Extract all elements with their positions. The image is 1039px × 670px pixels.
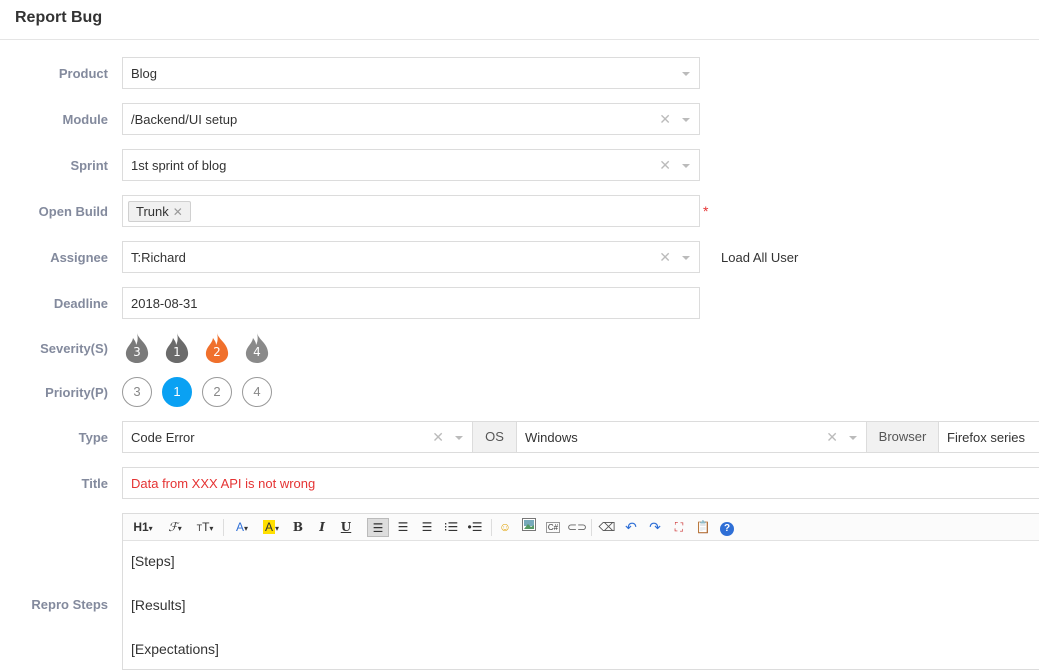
build-chip-label: Trunk xyxy=(136,204,169,219)
product-label: Product xyxy=(58,66,108,81)
toolbar-divider xyxy=(223,519,224,536)
repro-steps-label: Repro Steps xyxy=(31,597,108,612)
deadline-input[interactable]: 2018-08-31 xyxy=(122,287,700,319)
toolbar-divider xyxy=(591,519,592,536)
remove-chip-icon[interactable]: ✕ xyxy=(173,205,183,219)
type-value: Code Error xyxy=(131,430,195,445)
build-chip[interactable]: Trunk ✕ xyxy=(128,201,191,222)
chevron-down-icon xyxy=(682,118,690,122)
open-build-label: Open Build xyxy=(38,204,108,219)
font-family-icon[interactable]: ℱ▾ xyxy=(163,518,187,537)
page-header: Report Bug xyxy=(0,0,1039,40)
page-title: Report Bug xyxy=(15,9,103,26)
toolbar-divider xyxy=(491,519,492,536)
severity-label: Severity(S) xyxy=(40,341,108,356)
required-marker: * xyxy=(703,203,709,219)
module-label: Module xyxy=(62,112,109,127)
fullscreen-icon[interactable]: ⛶ xyxy=(669,518,689,537)
clear-icon[interactable]: ✕ xyxy=(659,157,671,174)
redo-icon[interactable]: ↷ xyxy=(645,518,665,537)
unordered-list-icon[interactable]: •☰ xyxy=(465,518,485,537)
paste-icon[interactable]: 📋 xyxy=(693,518,713,537)
type-select[interactable]: Code Error ✕ xyxy=(122,421,473,453)
browser-select[interactable]: Firefox series xyxy=(938,421,1039,453)
emoticon-icon[interactable]: ☺ xyxy=(495,518,515,537)
chevron-down-icon xyxy=(682,256,690,260)
title-value: Data from XXX API is not wrong xyxy=(131,476,316,491)
clear-icon[interactable]: ✕ xyxy=(826,429,838,446)
severity-value: 2 xyxy=(213,345,221,359)
priority-option-1[interactable]: 1 xyxy=(162,377,192,407)
os-value: Windows xyxy=(525,430,578,445)
clear-icon[interactable]: ✕ xyxy=(659,111,671,128)
title-label: Title xyxy=(81,476,109,491)
priority-label: Priority(P) xyxy=(45,385,108,400)
link-icon[interactable]: ⊂⊃ xyxy=(567,518,587,537)
load-all-user-link[interactable]: Load All User xyxy=(721,250,798,265)
sprint-value: 1st sprint of blog xyxy=(131,158,227,173)
underline-icon[interactable]: U xyxy=(337,518,355,537)
font-size-icon[interactable]: TT▾ xyxy=(193,518,217,537)
clear-format-icon[interactable]: ⌫ xyxy=(597,518,617,537)
title-input[interactable]: Data from XXX API is not wrong xyxy=(122,467,1039,499)
assignee-value: T:Richard xyxy=(131,250,186,265)
os-addon: OS xyxy=(472,421,517,453)
italic-icon[interactable]: I xyxy=(313,518,331,537)
editor-toolbar: H1▾ ℱ▾ TT▾ A▾ A ▾ B I U ☰ ☰ ☰ ⁝☰ •☰ ☺ C# … xyxy=(123,514,1039,541)
assignee-select[interactable]: T:Richard ✕ xyxy=(122,241,700,273)
severity-option-2[interactable]: 2 xyxy=(203,332,231,364)
severity-option-4[interactable]: 4 xyxy=(243,332,271,364)
severity-option-3[interactable]: 3 xyxy=(123,332,151,364)
chevron-down-icon xyxy=(849,436,857,440)
clear-icon[interactable]: ✕ xyxy=(432,429,444,446)
repro-steps-editor[interactable]: H1▾ ℱ▾ TT▾ A▾ A ▾ B I U ☰ ☰ ☰ ⁝☰ •☰ ☺ C# … xyxy=(122,513,1039,670)
ordered-list-icon[interactable]: ⁝☰ xyxy=(441,518,461,537)
severity-value: 1 xyxy=(173,345,181,359)
assignee-label: Assignee xyxy=(50,250,108,265)
browser-addon: Browser xyxy=(866,421,939,453)
chevron-down-icon xyxy=(682,72,690,76)
editor-line-expectations: [Expectations] xyxy=(131,641,219,657)
severity-value: 4 xyxy=(253,345,261,359)
os-select[interactable]: Windows ✕ xyxy=(516,421,867,453)
severity-value: 3 xyxy=(133,345,141,359)
priority-option-3[interactable]: 3 xyxy=(122,377,152,407)
highlight-icon[interactable]: A ▾ xyxy=(259,518,283,537)
undo-icon[interactable]: ↶ xyxy=(621,518,641,537)
sprint-select[interactable]: 1st sprint of blog ✕ xyxy=(122,149,700,181)
align-center-icon[interactable]: ☰ xyxy=(393,518,413,537)
product-value: Blog xyxy=(131,66,158,81)
priority-option-2[interactable]: 2 xyxy=(202,377,232,407)
open-build-multiselect[interactable]: Trunk ✕ xyxy=(122,195,700,227)
deadline-value: 2018-08-31 xyxy=(131,296,198,311)
browser-value: Firefox series xyxy=(947,430,1026,445)
align-right-icon[interactable]: ☰ xyxy=(417,518,437,537)
heading-icon[interactable]: H1▾ xyxy=(131,518,155,537)
editor-line-steps: [Steps] xyxy=(131,553,175,569)
sprint-label: Sprint xyxy=(70,158,108,173)
priority-option-4[interactable]: 4 xyxy=(242,377,272,407)
chevron-down-icon xyxy=(455,436,463,440)
module-select[interactable]: /Backend/UI setup ✕ xyxy=(122,103,700,135)
type-label: Type xyxy=(78,430,108,445)
font-color-icon[interactable]: A▾ xyxy=(231,518,253,537)
help-icon[interactable]: ? xyxy=(717,518,737,537)
align-left-icon[interactable]: ☰ xyxy=(367,518,389,537)
clear-icon[interactable]: ✕ xyxy=(659,249,671,266)
code-icon[interactable]: C# xyxy=(543,518,563,537)
product-select[interactable]: Blog xyxy=(122,57,700,89)
module-value: /Backend/UI setup xyxy=(131,112,238,127)
deadline-label: Deadline xyxy=(53,296,108,311)
bold-icon[interactable]: B xyxy=(289,518,307,537)
image-icon[interactable] xyxy=(519,518,539,537)
editor-line-results: [Results] xyxy=(131,597,186,613)
severity-option-1[interactable]: 1 xyxy=(163,332,191,364)
chevron-down-icon xyxy=(682,164,690,168)
